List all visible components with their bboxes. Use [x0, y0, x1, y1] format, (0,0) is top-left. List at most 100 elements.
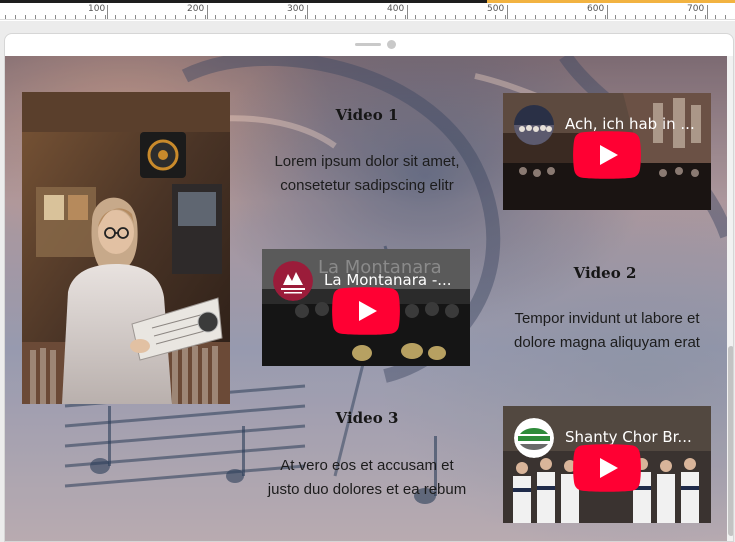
- ruler-tick: [485, 15, 486, 19]
- ruler-tick: [607, 5, 608, 19]
- video-3-description: At vero eos et accusam et justo duo dolo…: [267, 457, 467, 498]
- ruler-tick: [507, 5, 508, 19]
- ruler-tick: [575, 15, 576, 19]
- play-button-icon[interactable]: [573, 444, 641, 492]
- person-reading-record-photo-icon: [22, 92, 230, 404]
- ruler-tick: [605, 15, 606, 19]
- ruler-tick: [335, 15, 336, 19]
- ruler-tick: [165, 15, 166, 19]
- ruler-label: 100: [88, 4, 106, 14]
- handle-dot: [387, 40, 396, 49]
- ruler-tick: [195, 15, 196, 19]
- ruler-tick: [75, 15, 76, 19]
- ruler-top-bar: [0, 0, 487, 3]
- ruler-label: 200: [187, 4, 205, 14]
- ruler-tick: [625, 15, 626, 19]
- ruler-tick: [545, 15, 546, 19]
- ruler-tick: [315, 15, 316, 19]
- ruler-tick: [255, 15, 256, 19]
- ruler-label: 400: [387, 4, 405, 14]
- ruler-tick: [245, 15, 246, 19]
- ruler-tick: [385, 15, 386, 19]
- ruler-tick: [505, 15, 506, 19]
- ruler-accent-bar: [487, 0, 735, 3]
- ruler-tick: [265, 15, 266, 19]
- choir-channel-avatar-icon: [514, 105, 554, 145]
- ruler-tick: [205, 15, 206, 19]
- ruler-tick: [155, 15, 156, 19]
- ruler-tick: [5, 15, 6, 19]
- ruler-tick: [215, 15, 216, 19]
- ruler-tick: [207, 5, 208, 19]
- ruler-tick: [595, 15, 596, 19]
- ruler-tick: [615, 15, 616, 19]
- mountain-channel-avatar-icon: [273, 261, 313, 301]
- ruler-label: 700: [687, 4, 705, 14]
- video-2-title: Video 2: [573, 264, 637, 282]
- ruler-label: 500: [487, 4, 505, 14]
- ruler-tick: [585, 15, 586, 19]
- ruler-tick: [25, 15, 26, 19]
- ruler-tick: [125, 15, 126, 19]
- video-1-title: Video 1: [335, 106, 399, 124]
- ruler-tick: [355, 15, 356, 19]
- play-button-icon[interactable]: [332, 287, 400, 335]
- ruler-tick: [715, 15, 716, 19]
- ruler-tick: [185, 15, 186, 19]
- ruler-label: 300: [287, 4, 305, 14]
- ruler-tick: [515, 15, 516, 19]
- ruler-tick: [295, 15, 296, 19]
- ruler-tick: [145, 15, 146, 19]
- scrollbar-thumb[interactable]: [728, 346, 733, 536]
- ruler-label: 600: [587, 4, 605, 14]
- ruler-tick: [395, 15, 396, 19]
- ruler-tick: [695, 15, 696, 19]
- ruler-tick: [425, 15, 426, 19]
- ruler-tick: [35, 15, 36, 19]
- ruler-tick: [685, 15, 686, 19]
- video-embed-3[interactable]: Shanty Chor Br...: [503, 406, 711, 523]
- ruler-tick: [275, 15, 276, 19]
- shanty-channel-avatar-icon: [514, 418, 554, 458]
- ruler-tick: [115, 15, 116, 19]
- ruler-tick: [85, 15, 86, 19]
- video-embed-2[interactable]: La Montanara La Montanara -...: [262, 249, 470, 366]
- ruler-tick: [435, 15, 436, 19]
- ruler-tick: [535, 15, 536, 19]
- ruler-tick: [465, 15, 466, 19]
- video-3-title: Video 3: [335, 409, 399, 427]
- ruler-tick: [665, 15, 666, 19]
- ruler-tick: [475, 15, 476, 19]
- ruler-tick: [65, 15, 66, 19]
- ruler-tick: [655, 15, 656, 19]
- ruler-tick: [45, 15, 46, 19]
- ruler-tick: [107, 5, 108, 19]
- ruler-tick: [307, 5, 308, 19]
- ruler-tick: [345, 15, 346, 19]
- ruler-tick: [555, 15, 556, 19]
- video-embed-1[interactable]: Ach, ich hab in ...: [503, 93, 711, 210]
- ruler-tick: [305, 15, 306, 19]
- ruler-tick: [407, 5, 408, 19]
- vertical-scrollbar[interactable]: [727, 56, 733, 541]
- play-button-icon[interactable]: [573, 131, 641, 179]
- video-1-description: Lorem ipsum dolor sit amet, consetetur s…: [274, 153, 460, 194]
- ruler-tick: [285, 15, 286, 19]
- ruler-tick: [95, 15, 96, 19]
- ruler-tick: [105, 15, 106, 19]
- ruler-tick: [675, 15, 676, 19]
- ruler-tick: [55, 15, 56, 19]
- ruler-tick: [235, 15, 236, 19]
- ruler-tick: [375, 15, 376, 19]
- ruler-tick: [225, 15, 226, 19]
- handle-bar: [355, 43, 381, 46]
- video-section: Video 1 Lorem ipsum dolor sit amet, cons…: [5, 56, 727, 541]
- resize-handle[interactable]: [355, 40, 396, 50]
- ruler: 100 200 300 400 500 600 700: [0, 0, 735, 20]
- ruler-tick: [445, 15, 446, 19]
- ruler-tick: [175, 15, 176, 19]
- ruler-tick: [495, 15, 496, 19]
- video-2-description: Tempor invidunt ut labore et dolore magn…: [514, 310, 700, 351]
- ruler-tick: [365, 15, 366, 19]
- ruler-tick: [645, 15, 646, 19]
